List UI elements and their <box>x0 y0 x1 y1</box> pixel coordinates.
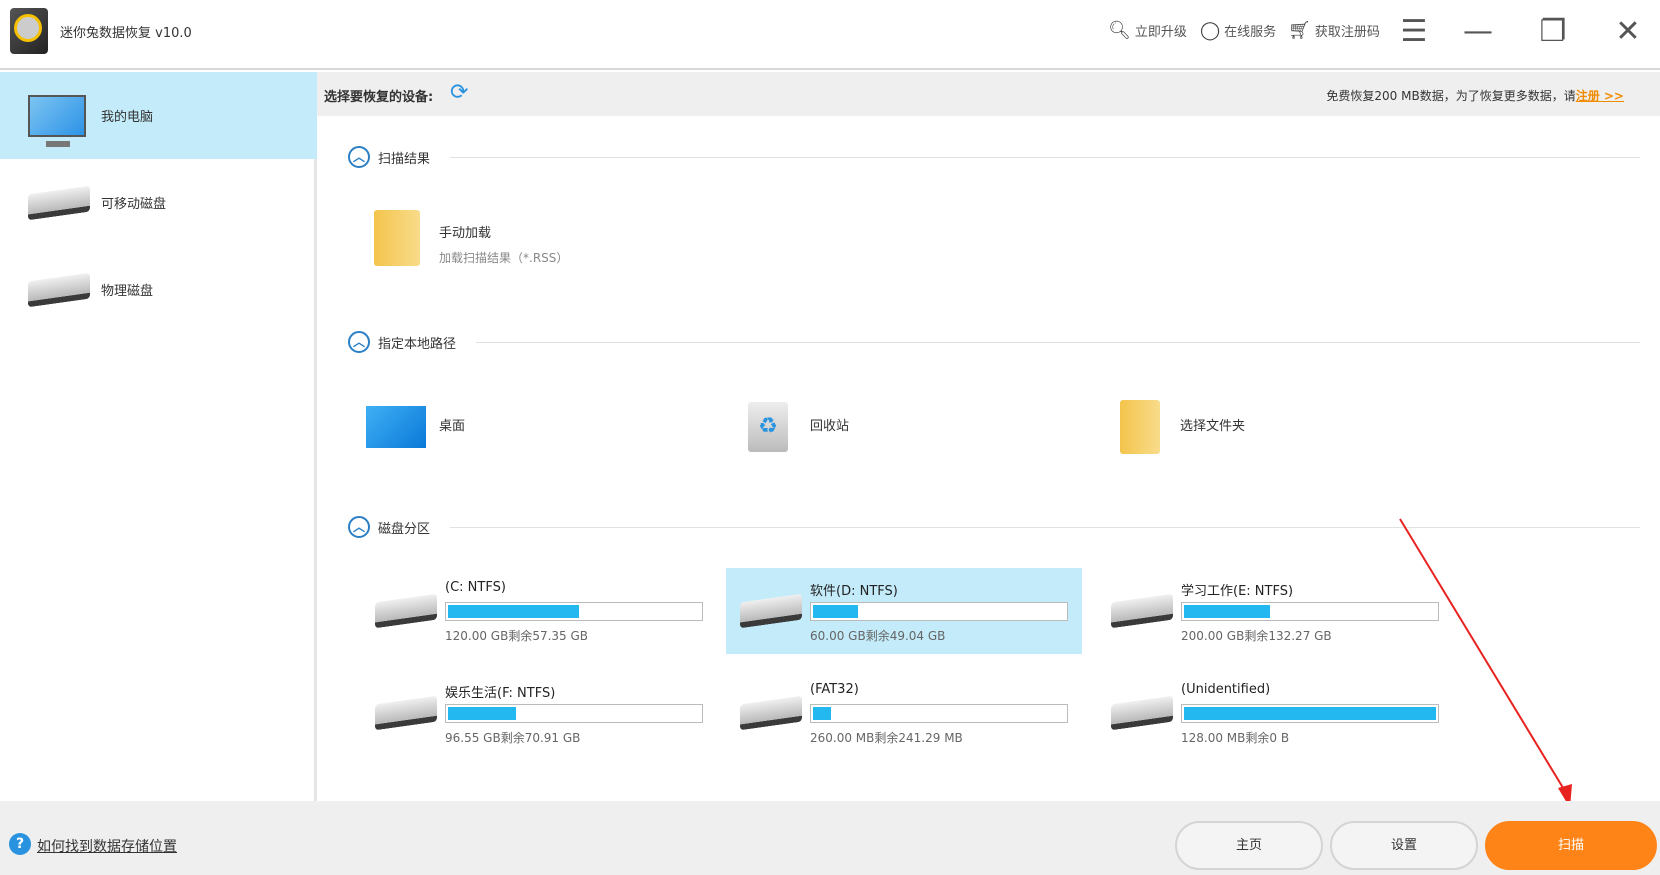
red-arrow-annotation <box>1399 518 1572 808</box>
scan-button[interactable]: 扫描 <box>1485 821 1657 870</box>
help-link[interactable]: 如何找到数据存储位置 <box>37 836 177 856</box>
help-icon[interactable]: ? <box>9 833 31 855</box>
home-button[interactable]: 主页 <box>1175 821 1323 870</box>
settings-button[interactable]: 设置 <box>1330 821 1478 870</box>
